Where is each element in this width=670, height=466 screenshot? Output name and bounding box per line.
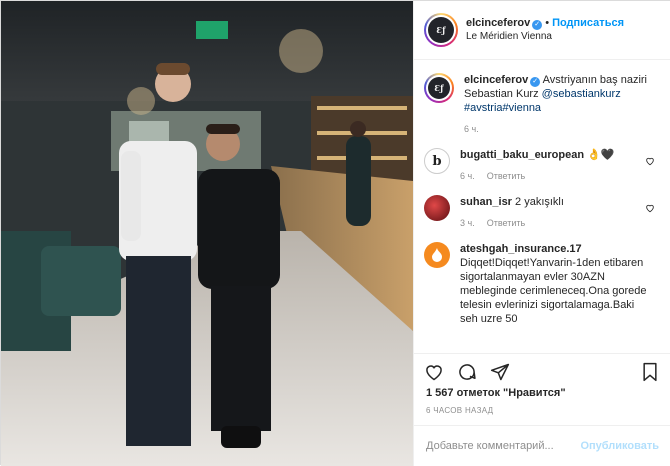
- comment-text: 👌🖤: [587, 149, 615, 161]
- reply-button[interactable]: Ответить: [487, 218, 525, 228]
- header-username[interactable]: elcinceferov: [466, 17, 530, 29]
- verified-badge-icon: ✓: [530, 77, 541, 87]
- comment-item: b bugatti_baku_european 👌🖤 6 ч. Ответить: [424, 148, 661, 183]
- comment-time[interactable]: 3 ч.: [460, 218, 475, 228]
- comment-avatar[interactable]: [424, 195, 450, 221]
- reply-button[interactable]: Ответить: [487, 171, 525, 181]
- post-side-panel: Ɛƒ elcinceferov ✓ • Подписаться Le Méridien…: [413, 1, 670, 466]
- location-link[interactable]: Le Méridien Vienna: [466, 30, 624, 44]
- comment-input[interactable]: [426, 440, 581, 452]
- comment-avatar[interactable]: b: [424, 148, 450, 174]
- follow-button[interactable]: Подписаться: [552, 17, 624, 29]
- caption-username[interactable]: elcinceferov: [464, 74, 528, 86]
- comment-item: suhan_isr 2 yakışıklı 3 ч. Ответить: [424, 195, 661, 230]
- comment-username[interactable]: ateshgah_insurance.17: [460, 243, 582, 255]
- avatar-ring[interactable]: Ɛƒ: [424, 13, 458, 47]
- caption: Ɛƒ elcinceferov ✓ Avstriyanın baş naziri …: [424, 73, 661, 136]
- caption-avatar[interactable]: Ɛƒ: [428, 77, 450, 99]
- comment-username[interactable]: suhan_isr: [460, 196, 512, 208]
- comment-time[interactable]: 6 ч.: [460, 171, 475, 181]
- comment-text: Diqqet!Diqqet!Yanvarin-1den etibaren sig…: [460, 257, 647, 325]
- comment-bubble-icon[interactable]: [457, 362, 477, 382]
- comment-item: ateshgah_insurance.17 Diqqet!Diqqet!Yanv…: [424, 242, 661, 326]
- comment-username[interactable]: bugatti_baku_european: [460, 149, 584, 161]
- post-timestamp[interactable]: 6 ЧАСОВ НАЗАД: [426, 406, 493, 415]
- comment-like-heart-icon[interactable]: [645, 203, 655, 213]
- comment-avatar[interactable]: [424, 242, 450, 268]
- action-bar: [414, 353, 670, 385]
- comment-like-heart-icon[interactable]: [645, 156, 655, 166]
- comment-text: 2 yakışıklı: [515, 196, 564, 208]
- comments-list[interactable]: Ɛƒ elcinceferov ✓ Avstriyanın baş naziri …: [414, 61, 670, 351]
- flame-icon: [432, 248, 442, 262]
- photo-illustration: [1, 1, 413, 466]
- publish-button[interactable]: Опубликовать: [580, 440, 659, 452]
- add-comment-bar: Опубликовать: [414, 425, 670, 466]
- post-modal: Ɛƒ elcinceferov ✓ • Подписаться Le Méridien…: [0, 0, 670, 466]
- separator-dot: •: [545, 17, 550, 29]
- post-header: Ɛƒ elcinceferov ✓ • Подписаться Le Méridien…: [414, 1, 670, 60]
- caption-mention[interactable]: @sebastiankurz: [542, 88, 621, 100]
- likes-count[interactable]: 1 567 отметок "Нравится": [426, 387, 566, 399]
- bookmark-icon[interactable]: [641, 362, 659, 382]
- caption-time[interactable]: 6 ч.: [464, 124, 479, 134]
- like-heart-icon[interactable]: [424, 362, 444, 382]
- avatar[interactable]: Ɛƒ: [428, 17, 454, 43]
- caption-avatar-ring[interactable]: Ɛƒ: [424, 73, 454, 103]
- share-paper-plane-icon[interactable]: [490, 362, 510, 382]
- caption-hashtags[interactable]: #avstria#vienna: [464, 102, 541, 114]
- post-photo[interactable]: [1, 1, 413, 466]
- verified-badge-icon: ✓: [532, 20, 543, 30]
